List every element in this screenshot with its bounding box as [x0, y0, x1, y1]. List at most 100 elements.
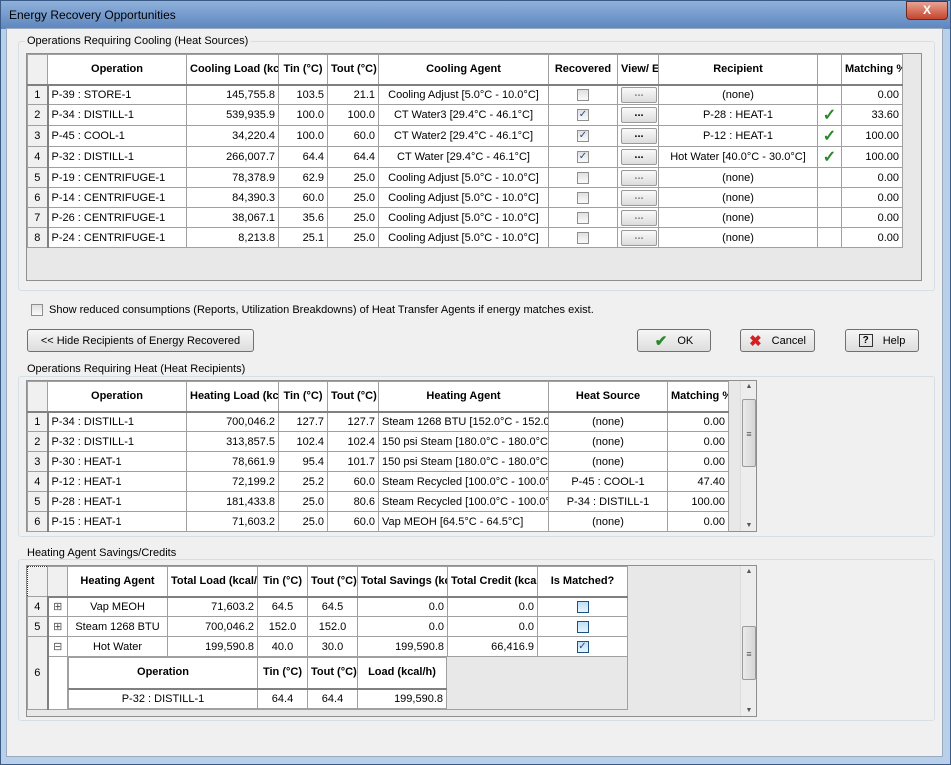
view-edit-button[interactable]: ... [621, 229, 657, 246]
expand-icon[interactable]: ⊞ [53, 601, 62, 613]
total-load-cell: 71,603.2 [167, 596, 258, 617]
cooling-agent-cell[interactable]: Cooling Adjust [5.0°C - 10.0°C] [378, 84, 549, 105]
recovered-checkbox[interactable] [577, 211, 589, 224]
tout-cell: 101.7 [327, 451, 379, 472]
view-edit-button[interactable]: ... [621, 149, 657, 165]
heat-source-cell: (none) [548, 431, 668, 452]
recovered-checkbox[interactable] [577, 171, 589, 184]
row-number: 4 [27, 146, 49, 168]
show-reduced-checkbox[interactable] [31, 304, 43, 316]
detail-row: Operation Tin (°C) Tout (°C) Load (kcal/h) P… [28, 656, 628, 710]
heating-agent-cell[interactable]: Steam Recycled [100.0°C - 100.0° [378, 471, 549, 492]
heating-scrollbar[interactable]: ▲ ≡ ▼ [740, 381, 756, 531]
view-edit-button[interactable]: ... [621, 169, 657, 186]
table-row[interactable]: 6 P-15 : HEAT-1 71,603.2 25.0 60.0 Vap MEOH [… [27, 511, 729, 532]
table-row[interactable]: 8 P-24 : CENTRIFUGE-1 8,213.8 25.1 25.0 Cooli… [27, 227, 903, 248]
table-row[interactable]: 3 P-30 : HEAT-1 78,661.9 95.4 101.7 150 psi S… [27, 451, 729, 472]
heating-agent-cell[interactable]: 150 psi Steam [180.0°C - 180.0°C] [378, 451, 549, 472]
detail-header-tin-c: Tin (°C) [257, 657, 308, 690]
recovered-checkbox[interactable] [577, 191, 589, 204]
is-matched-checkbox[interactable] [576, 600, 589, 613]
scroll-thumb[interactable]: ≡ [742, 626, 756, 680]
collapse-icon[interactable]: ⊟ [53, 641, 62, 653]
tout-cell: 25.0 [327, 227, 379, 248]
scroll-down-icon[interactable]: ▼ [741, 707, 757, 714]
cooling-load-cell: 34,220.4 [186, 125, 279, 147]
cooling-agent-cell[interactable]: Cooling Adjust [5.0°C - 10.0°C] [378, 187, 549, 208]
operation-cell: P-34 : DISTILL-1 [47, 411, 187, 432]
scroll-up-icon[interactable]: ▲ [741, 383, 757, 390]
table-row[interactable]: 6 ⊟ Hot Water 199,590.8 40.0 30.0 199,590.8 66,… [27, 636, 628, 710]
savings-scrollbar[interactable]: ▲ ≡ ▼ [740, 566, 756, 716]
table-row[interactable]: 4 P-12 : HEAT-1 72,199.2 25.2 60.0 Steam Recy… [27, 471, 729, 492]
cooling-agent-cell[interactable]: CT Water2 [29.4°C - 46.1°C] [378, 125, 549, 147]
is-matched-checkbox[interactable]: ✓ [576, 640, 589, 653]
heating-agent-cell[interactable]: Steam Recycled [100.0°C - 100.0° [378, 491, 549, 512]
scroll-down-icon[interactable]: ▼ [741, 522, 757, 529]
tout-cell: 64.4 [307, 688, 358, 709]
operation-cell: P-19 : CENTRIFUGE-1 [47, 167, 187, 188]
detail-row-item[interactable]: P-32 : DISTILL-1 64.4 64.4 199,590.8 [68, 688, 447, 709]
heating-agent-cell[interactable]: Steam 1268 BTU [152.0°C - 152.0 [378, 411, 549, 432]
view-edit-button[interactable]: ... [621, 189, 657, 206]
header-tin-c: Tin (°C) [257, 566, 308, 598]
table-row[interactable]: 3 P-45 : COOL-1 34,220.4 100.0 60.0 CT Water2… [27, 125, 903, 147]
match-cell [817, 84, 842, 105]
match-cell: ✓ [817, 125, 842, 147]
matching-pct-cell: 0.00 [667, 411, 729, 432]
help-button[interactable]: ? Help [845, 329, 919, 352]
table-row[interactable]: 2 P-32 : DISTILL-1 313,857.5 102.4 102.4 150 … [27, 431, 729, 452]
row-number: 5 [27, 616, 49, 637]
table-row[interactable]: 6 P-14 : CENTRIFUGE-1 84,390.3 60.0 25.0 Cool… [27, 187, 903, 208]
cooling-agent-cell[interactable]: Cooling Adjust [5.0°C - 10.0°C] [378, 227, 549, 248]
table-row[interactable]: 1 P-39 : STORE-1 145,755.8 103.5 21.1 Cooling… [27, 84, 903, 105]
view-edit-cell: ... [617, 167, 659, 188]
view-edit-cell: ... [617, 207, 659, 228]
cooling-agent-cell[interactable]: Cooling Adjust [5.0°C - 10.0°C] [378, 207, 549, 228]
recovered-checkbox[interactable]: ✓ [577, 130, 589, 143]
heat-source-cell: P-34 : DISTILL-1 [548, 491, 668, 512]
heating-agent-cell[interactable]: Vap MEOH [64.5°C - 64.5°C] [378, 511, 549, 532]
recovered-cell [548, 227, 618, 248]
table-row[interactable]: 5 ⊞ Steam 1268 BTU 700,046.2 152.0 152.0 0.0 0.… [27, 616, 628, 637]
recovered-checkbox[interactable] [577, 231, 589, 244]
recovered-checkbox[interactable]: ✓ [577, 109, 589, 122]
cooling-load-cell: 145,755.8 [186, 84, 279, 105]
view-edit-button[interactable]: ... [621, 209, 657, 226]
table-row[interactable]: 2 P-34 : DISTILL-1 539,935.9 100.0 100.0 CT W… [27, 104, 903, 126]
cooling-load-cell: 8,213.8 [186, 227, 279, 248]
cooling-agent-cell[interactable]: Cooling Adjust [5.0°C - 10.0°C] [378, 167, 549, 188]
close-button[interactable]: X [906, 1, 948, 20]
cancel-button[interactable]: ✖ Cancel [740, 329, 815, 352]
table-row[interactable]: 1 P-34 : DISTILL-1 700,046.2 127.7 127.7 Stea… [27, 411, 729, 432]
tin-cell: 64.5 [257, 596, 308, 617]
heat-source-cell: P-45 : COOL-1 [548, 471, 668, 492]
view-edit-button[interactable]: ... [621, 86, 657, 103]
table-row[interactable]: 7 P-26 : CENTRIFUGE-1 38,067.1 35.6 25.0 Cool… [27, 207, 903, 228]
ok-button[interactable]: ✔ OK [637, 329, 711, 352]
operation-cell: P-34 : DISTILL-1 [47, 104, 187, 126]
table-row[interactable]: 5 P-28 : HEAT-1 181,433.8 25.0 80.6 Steam Rec… [27, 491, 729, 512]
table-row[interactable]: 4 P-32 : DISTILL-1 266,007.7 64.4 64.4 CT Wat… [27, 146, 903, 168]
hide-recipients-button[interactable]: << Hide Recipients of Energy Recovered [27, 329, 254, 352]
scroll-thumb[interactable]: ≡ [742, 399, 756, 467]
cooling-agent-cell[interactable]: CT Water3 [29.4°C - 46.1°C] [378, 104, 549, 126]
scroll-up-icon[interactable]: ▲ [741, 568, 757, 575]
view-edit-button[interactable]: ... [621, 128, 657, 144]
view-edit-cell: ... [617, 125, 659, 147]
recipient-cell: (none) [658, 167, 818, 188]
view-edit-button[interactable]: ... [621, 107, 657, 123]
recovered-checkbox[interactable] [577, 88, 589, 101]
cooling-agent-cell[interactable]: CT Water [29.4°C - 46.1°C] [378, 146, 549, 168]
table-row[interactable]: 5 P-19 : CENTRIFUGE-1 78,378.9 62.9 25.0 Cool… [27, 167, 903, 188]
heating-agent-cell[interactable]: 150 psi Steam [180.0°C - 180.0°C] [378, 431, 549, 452]
table-row[interactable]: 4 ⊞ Vap MEOH 71,603.2 64.5 64.5 0.0 0.0 [27, 596, 628, 617]
is-matched-checkbox[interactable] [576, 620, 589, 633]
match-cell [817, 227, 842, 248]
recovered-checkbox[interactable]: ✓ [577, 151, 589, 164]
tin-cell: 102.4 [278, 431, 328, 452]
operation-cell: P-39 : STORE-1 [47, 84, 187, 105]
expand-icon[interactable]: ⊞ [53, 621, 62, 633]
operation-cell: P-12 : HEAT-1 [47, 471, 187, 492]
header-heating-load-kcal-h: Heating Load (kcal/h) [186, 381, 279, 413]
